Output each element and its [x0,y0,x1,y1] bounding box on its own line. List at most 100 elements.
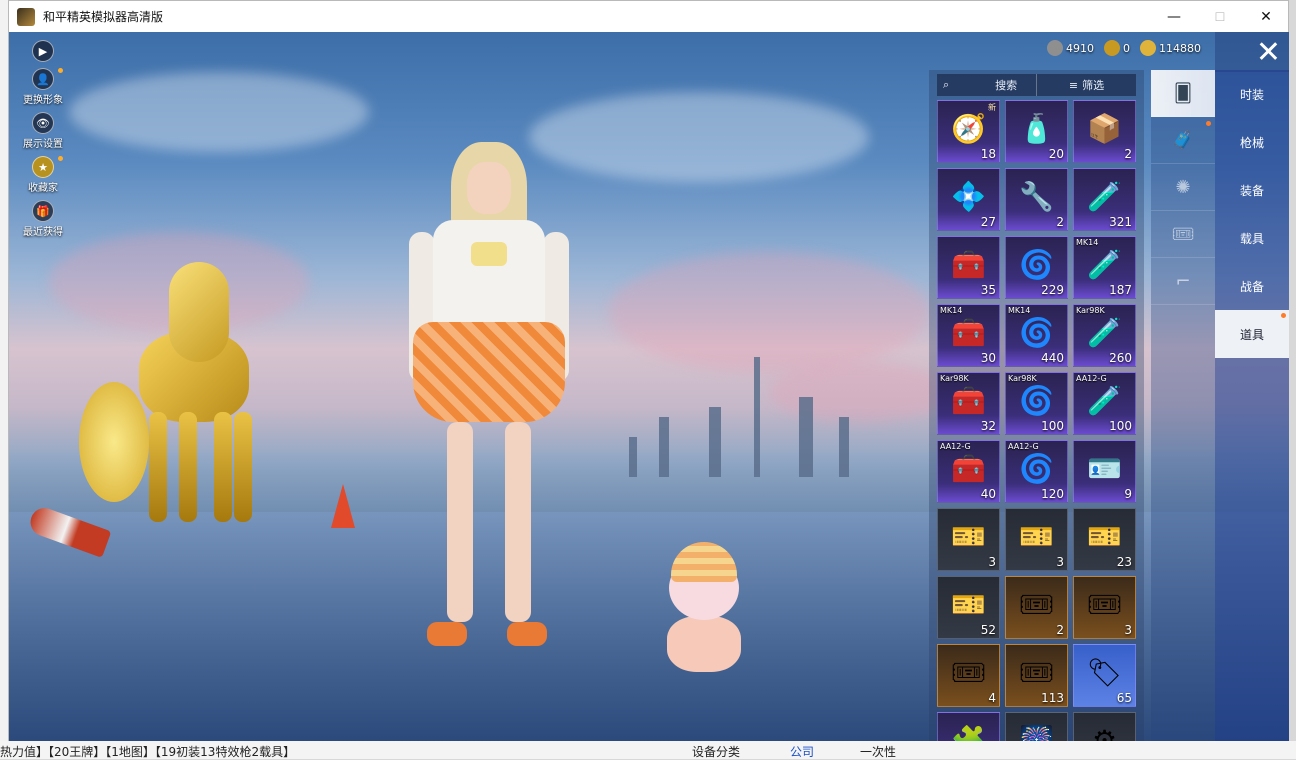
search-icon: ⌕ [943,78,950,91]
building [629,437,637,477]
play-button[interactable]: ▶ [17,40,69,62]
search-button[interactable]: ⌕ 搜索 [937,74,1037,96]
traffic-cone [331,484,355,528]
item-count: 321 [1109,215,1132,229]
filter-button[interactable]: ≡ 筛选 [1037,74,1136,96]
inventory-item[interactable]: 🎟 2 [1005,576,1068,639]
inventory-item[interactable]: 🎫 3 [1005,508,1068,571]
close-inventory-button[interactable]: ✕ [1215,32,1289,72]
item-count: 100 [1041,419,1064,433]
inventory-item[interactable]: 🧰 MK14 30 [937,304,1000,367]
item-icon: 🎫 [1087,520,1122,554]
building [839,417,849,477]
item-icon: 🌀 [1019,384,1054,418]
inventory-item[interactable]: 🌀 Kar98K 100 [1005,372,1068,435]
inventory-item[interactable]: 🧰 AA12-G 40 [937,440,1000,503]
inventory-item[interactable]: 🧪 MK14 187 [1073,236,1136,299]
host-text: 设备分类 [692,745,741,759]
item-count: 187 [1109,283,1132,297]
item-weapon-tag: Kar98K [940,374,969,383]
item-count: 120 [1041,487,1064,501]
item-count: 65 [1116,691,1132,705]
close-window-button[interactable]: ✕ [1243,1,1289,32]
category-card[interactable]: 🂠 [1151,70,1215,117]
change-appearance-button[interactable]: 👤 更换形象 [17,68,69,106]
item-icon: 🧪 [1087,180,1122,214]
cloud [69,72,369,152]
app-logo-icon [17,7,35,26]
inventory-item[interactable]: 🧪 321 [1073,168,1136,231]
item-icon: 🪪 [1087,452,1122,486]
inventory-item[interactable]: 🌀 MK14 440 [1005,304,1068,367]
inventory-item[interactable]: 💠 27 [937,168,1000,231]
golden-qilin-statue [79,242,269,542]
category-firework[interactable]: ✺ [1151,164,1215,211]
collector-button[interactable]: ★ 收藏家 [17,156,69,194]
tab-label: 道具 [1239,327,1264,342]
item-count: 113 [1041,691,1064,705]
avatar-icon: 👤 [32,68,54,90]
item-count: 30 [980,351,996,365]
inventory-item[interactable]: 🧰 Kar98K 32 [937,372,1000,435]
silver-coin-value: 4910 [1066,41,1094,55]
maximize-button[interactable]: ☐ [1197,1,1243,32]
item-icon: 🎟 [1018,588,1055,622]
inventory-item[interactable]: 🎟 3 [1073,576,1136,639]
notification-dot [58,68,63,73]
item-icon: 🌀 [1019,248,1054,282]
inventory-item[interactable]: 🌀 AA12-G 120 [1005,440,1068,503]
tab-0[interactable]: 时装 [1215,70,1289,118]
item-count: 4 [988,691,996,705]
recently-acquired-button[interactable]: 🎁 最近获得 [17,200,69,238]
notification-dot [1206,121,1211,126]
inventory-item[interactable]: 🪪 9 [1073,440,1136,503]
filter-label: 筛选 [1082,79,1105,92]
category-chest[interactable]: 🧳 [1151,117,1215,164]
building [659,417,669,477]
tab-2[interactable]: 装备 [1215,166,1289,214]
inventory-item[interactable]: 🎟 4 [937,644,1000,707]
gold-ticket-value: 0 [1123,41,1130,55]
tab-1[interactable]: 枪械 [1215,118,1289,166]
inventory-item[interactable]: 🧰 35 [937,236,1000,299]
inventory-item[interactable]: 🎫 3 [937,508,1000,571]
inventory-item[interactable]: 🧪 AA12-G 100 [1073,372,1136,435]
item-weapon-tag: MK14 [1076,238,1099,247]
host-page-bottom: 热力值】【20王牌】【1地图】【19初装13特效枪2载具】 设备分类 公司 一次… [0,741,1296,759]
ticket-icon: 🎟 [1171,223,1195,245]
item-count: 9 [1124,487,1132,501]
inventory-item[interactable]: 🎫 52 [937,576,1000,639]
category-rifle[interactable]: ⌐ [1151,258,1215,305]
item-count: 32 [980,419,996,433]
display-settings-button[interactable]: 👁 展示设置 [17,112,69,150]
tab-label: 载具 [1239,231,1264,246]
minimize-button[interactable]: — [1151,1,1197,32]
inventory-item[interactable]: 🧪 Kar98K 260 [1073,304,1136,367]
tab-4[interactable]: 战备 [1215,262,1289,310]
inventory-item[interactable]: 🧴 20 [1005,100,1068,163]
inventory-item[interactable]: 📦 2 [1073,100,1136,163]
tab-5[interactable]: 道具 [1215,310,1289,358]
change-appearance-label: 更换形象 [23,95,63,106]
card-icon: 🂠 [1173,82,1193,104]
gold-coin-icon [1140,40,1156,56]
inventory-item[interactable]: 🧭 新 18 [937,100,1000,163]
inventory-item[interactable]: 🔧 2 [1005,168,1068,231]
item-icon: 🌀 [1019,316,1054,350]
inventory-grid: 🧭 新 18 🧴 20 📦 2 💠 27 🔧 2 🧪 321 🧰 35 🌀 229 🧪 MK14 187 🧰 MK14 30… [929,100,1144,752]
notification-dot [58,156,63,161]
inventory-item[interactable]: 🌀 229 [1005,236,1068,299]
gold-coin-value: 114880 [1159,41,1201,55]
tab-3[interactable]: 载具 [1215,214,1289,262]
host-option: 一次性 [860,745,897,759]
inventory-item[interactable]: 🏷 65 [1073,644,1136,707]
item-count: 100 [1109,419,1132,433]
inventory-item[interactable]: 🎟 113 [1005,644,1068,707]
item-icon: 🎟 [950,656,987,690]
category-ticket[interactable]: 🎟 [1151,211,1215,258]
item-count: 27 [980,215,996,229]
item-icon: 🧴 [1019,112,1054,146]
tab-label: 装备 [1239,183,1264,198]
inventory-item[interactable]: 🎫 23 [1073,508,1136,571]
item-count: 3 [988,555,996,569]
